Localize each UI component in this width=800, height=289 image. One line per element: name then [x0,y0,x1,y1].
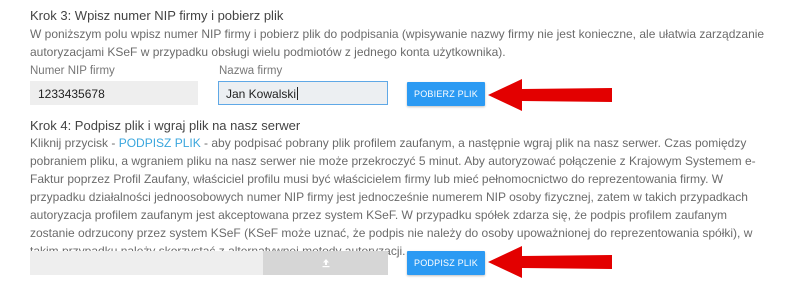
upload-button[interactable] [263,251,388,275]
step4-title: Krok 4: Podpisz plik i wgraj plik na nas… [30,118,301,133]
company-name-label: Nazwa firmy [219,65,283,77]
upload-file-field[interactable] [30,251,263,275]
download-file-button[interactable]: POBIERZ PLIK [407,82,485,106]
step3-title: Krok 3: Wpisz numer NIP firmy i pobierz … [30,8,284,23]
company-name-input[interactable]: Jan Kowalski [218,81,388,105]
step3-description: W poniższym polu wpisz numer NIP firmy i… [30,27,765,59]
text-cursor [297,87,299,100]
step4-description: Kliknij przycisk - PODPISZ PLIK - aby po… [30,136,756,258]
nip-label: Numer NIP firmy [30,65,115,77]
sign-file-link[interactable]: PODPISZ PLIK [119,136,201,150]
nip-input[interactable]: 1233435678 [30,81,198,105]
red-arrow-icon [488,79,612,111]
upload-icon [322,259,329,268]
sign-file-button[interactable]: PODPISZ PLIK [407,251,485,275]
red-arrow-icon [488,246,612,278]
company-name-value: Jan Kowalski [226,87,297,101]
